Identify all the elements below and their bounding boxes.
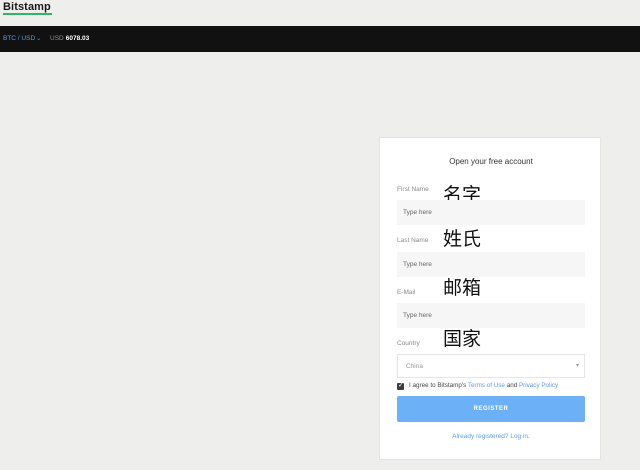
last-name-annotation: 姓氏 <box>443 228 482 250</box>
price-display: USD 6078.03 <box>50 35 89 42</box>
first-name-label: First Name <box>397 186 429 193</box>
checkmark-icon: ✓ <box>398 382 404 389</box>
email-annotation: 邮箱 <box>443 277 482 299</box>
email-input[interactable] <box>397 303 585 328</box>
login-link[interactable]: Already registered? Log in. <box>380 433 602 440</box>
country-label: Country <box>397 340 420 347</box>
chevron-down-icon: ⌄ <box>36 36 42 42</box>
caret-down-icon: ▾ <box>575 363 579 369</box>
agree-and: and <box>506 382 518 389</box>
register-button[interactable]: REGISTER <box>397 396 585 422</box>
price-currency: USD <box>50 35 64 42</box>
last-name-input[interactable] <box>397 252 585 277</box>
agree-text: I agree to Bitstamp's Terms of Use and P… <box>409 382 558 389</box>
signup-card: Open your free account First Name 名字 Las… <box>379 137 601 460</box>
country-select[interactable]: China ▾ <box>397 354 585 378</box>
currency-pair-label: BTC / USD <box>3 35 36 42</box>
price-ticker-bar: BTC / USD⌄ USD 6078.03 <box>0 26 640 52</box>
terms-agreement: ✓ I agree to Bitstamp's Terms of Use and… <box>397 382 592 392</box>
top-header: Bitstamp <box>0 0 640 26</box>
privacy-policy-link[interactable]: Privacy Policy <box>519 382 558 389</box>
bitstamp-logo[interactable]: Bitstamp <box>3 1 51 13</box>
last-name-label: Last Name <box>397 237 429 244</box>
terms-of-use-link[interactable]: Terms of Use <box>468 382 505 389</box>
agree-prefix: I agree to Bitstamp's <box>409 382 467 389</box>
signup-title: Open your free account <box>449 157 533 166</box>
email-label: E-Mail <box>397 289 416 296</box>
price-value: 6078.03 <box>65 35 90 42</box>
first-name-input[interactable] <box>397 200 585 225</box>
logo-underline <box>3 13 52 15</box>
country-annotation: 国家 <box>443 328 482 350</box>
agree-checkbox[interactable]: ✓ <box>397 382 404 390</box>
currency-pair-selector[interactable]: BTC / USD⌄ <box>3 35 41 42</box>
country-select-value: China <box>406 363 423 370</box>
